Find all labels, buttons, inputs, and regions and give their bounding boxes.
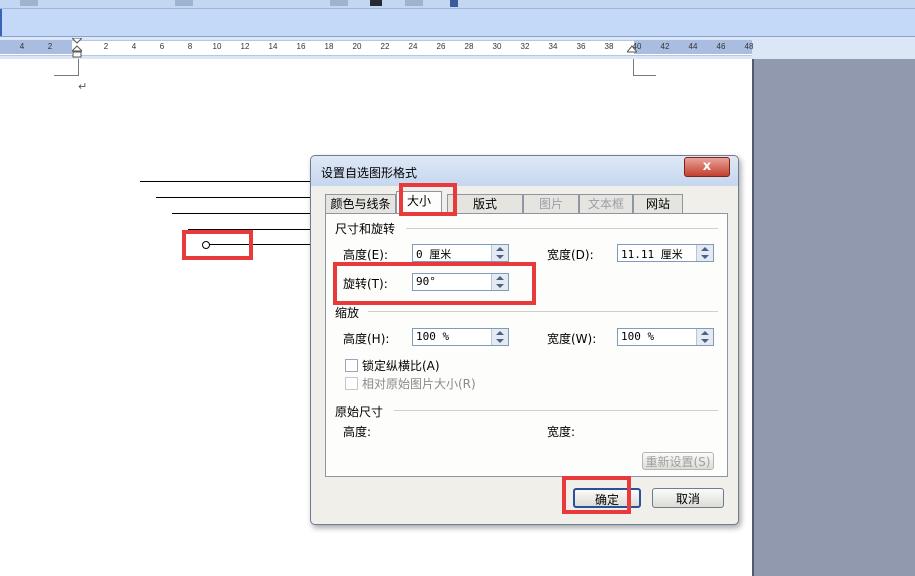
- original-height-label: 高度:: [343, 425, 372, 439]
- toolbar: [0, 9, 915, 37]
- ruler-tick-label: 14: [268, 42, 278, 51]
- ruler-tick-label: 20: [352, 42, 362, 51]
- margin-corner-right: [633, 59, 656, 76]
- original-size-heading: 原始尺寸: [335, 405, 384, 419]
- ruler-tick-label: 32: [520, 42, 530, 51]
- size-rotate-heading: 尺寸和旋转: [335, 222, 396, 236]
- spin-arrows-icon[interactable]: [491, 329, 508, 345]
- width-input[interactable]: 11.11 厘米: [617, 244, 714, 262]
- toolbar-chevron-icon[interactable]: [450, 0, 458, 7]
- width-label: 宽度(D):: [547, 248, 594, 262]
- spin-arrows-icon[interactable]: [696, 329, 713, 345]
- ruler-tick-label: 8: [187, 42, 193, 51]
- divider: [394, 410, 718, 411]
- drawn-line[interactable]: [140, 181, 312, 182]
- page-background: [752, 59, 915, 576]
- selected-line[interactable]: [208, 244, 312, 245]
- drawn-line[interactable]: [156, 197, 312, 198]
- scale-height-input[interactable]: 100 %: [412, 328, 509, 346]
- ruler-tick-label: 6: [159, 42, 165, 51]
- format-autoshape-dialog: 设置自选图形格式 x 颜色与线条 大小 版式 图片 文本框 网站 尺寸和旋转 高…: [310, 155, 739, 525]
- tab-picture: 图片: [523, 194, 579, 213]
- margin-corner-left: [54, 59, 79, 76]
- ruler-tick-label: 42: [660, 42, 670, 51]
- original-width-label: 宽度:: [547, 425, 576, 439]
- ruler-tick-label: 2: [47, 42, 53, 51]
- toolbar-fragment: [20, 0, 38, 6]
- ruler-tick-label: 10: [212, 42, 222, 51]
- toolbar-fragment: [405, 0, 423, 6]
- height-label: 高度(E):: [343, 248, 388, 262]
- ruler-tick-label: 4: [131, 42, 137, 51]
- tab-textbox: 文本框: [579, 194, 633, 213]
- lock-aspect-checkbox[interactable]: [345, 359, 358, 372]
- height-input[interactable]: 0 厘米: [412, 244, 509, 262]
- lock-aspect-label: 锁定纵横比(A): [362, 359, 440, 373]
- ruler-tick-label: 4: [19, 42, 25, 51]
- dialog-title-bar[interactable]: 设置自选图形格式 x: [311, 156, 738, 186]
- line-handle[interactable]: [202, 241, 210, 249]
- right-indent-marker-icon[interactable]: [627, 40, 637, 54]
- tab-size[interactable]: 大小: [396, 191, 442, 214]
- ok-button[interactable]: 确定: [573, 488, 641, 508]
- ruler-tick-label: 30: [492, 42, 502, 51]
- spin-arrows-icon[interactable]: [491, 274, 508, 290]
- size-panel: 尺寸和旋转 高度(E): 0 厘米 宽度(D): 11.11 厘米 旋转(T):…: [325, 213, 728, 477]
- toolbar-fragment: [330, 0, 348, 6]
- ruler-tick-label: 38: [604, 42, 614, 51]
- toolbar-strip: [0, 0, 915, 9]
- indent-marker-icon[interactable]: [72, 38, 82, 58]
- divider: [368, 311, 718, 312]
- ruler-tick-label: 22: [380, 42, 390, 51]
- relative-size-label: 相对原始图片大小(R): [362, 377, 476, 391]
- ruler-tick-label: 26: [436, 42, 446, 51]
- ruler-tick-label: 46: [716, 42, 726, 51]
- close-button[interactable]: x: [684, 157, 730, 177]
- dialog-title: 设置自选图形格式: [321, 166, 418, 180]
- ruler-tick-label: 28: [464, 42, 474, 51]
- tab-web[interactable]: 网站: [633, 194, 683, 213]
- ruler-margin-left: [0, 40, 72, 54]
- scale-width-label: 宽度(W):: [547, 332, 597, 346]
- tab-layout[interactable]: 版式: [447, 194, 523, 213]
- ruler-tick-label: 24: [408, 42, 418, 51]
- reset-button: 重新设置(S): [642, 452, 714, 470]
- drawn-line[interactable]: [188, 229, 312, 230]
- ruler-tick-label: 18: [324, 42, 334, 51]
- rotate-input[interactable]: 90°: [412, 273, 509, 291]
- ruler-tick-label: 12: [240, 42, 250, 51]
- close-icon: x: [702, 159, 712, 174]
- cancel-button[interactable]: 取消: [652, 488, 724, 508]
- ruler-tick-label: 36: [576, 42, 586, 51]
- rotate-label: 旋转(T):: [343, 277, 388, 291]
- toolbar-edge: [0, 9, 2, 36]
- scale-heading: 缩放: [335, 306, 360, 320]
- ruler-tick-label: 16: [296, 42, 306, 51]
- ruler-tick-label: 2: [103, 42, 109, 51]
- tab-colors-lines[interactable]: 颜色与线条: [325, 194, 396, 213]
- divider: [406, 228, 718, 229]
- toolbar-fragment: [370, 0, 382, 6]
- spin-arrows-icon[interactable]: [491, 245, 508, 261]
- ruler-tick-label: 44: [688, 42, 698, 51]
- ruler-tick-label: 48: [744, 42, 754, 51]
- relative-size-checkbox: [345, 377, 358, 390]
- ruler-tick-label: 34: [548, 42, 558, 51]
- spin-arrows-icon[interactable]: [696, 245, 713, 261]
- scale-width-input[interactable]: 100 %: [617, 328, 714, 346]
- paragraph-mark: ↵: [78, 80, 88, 93]
- toolbar-fragment: [175, 0, 193, 6]
- drawn-line[interactable]: [172, 213, 312, 214]
- scale-height-label: 高度(H):: [343, 332, 390, 346]
